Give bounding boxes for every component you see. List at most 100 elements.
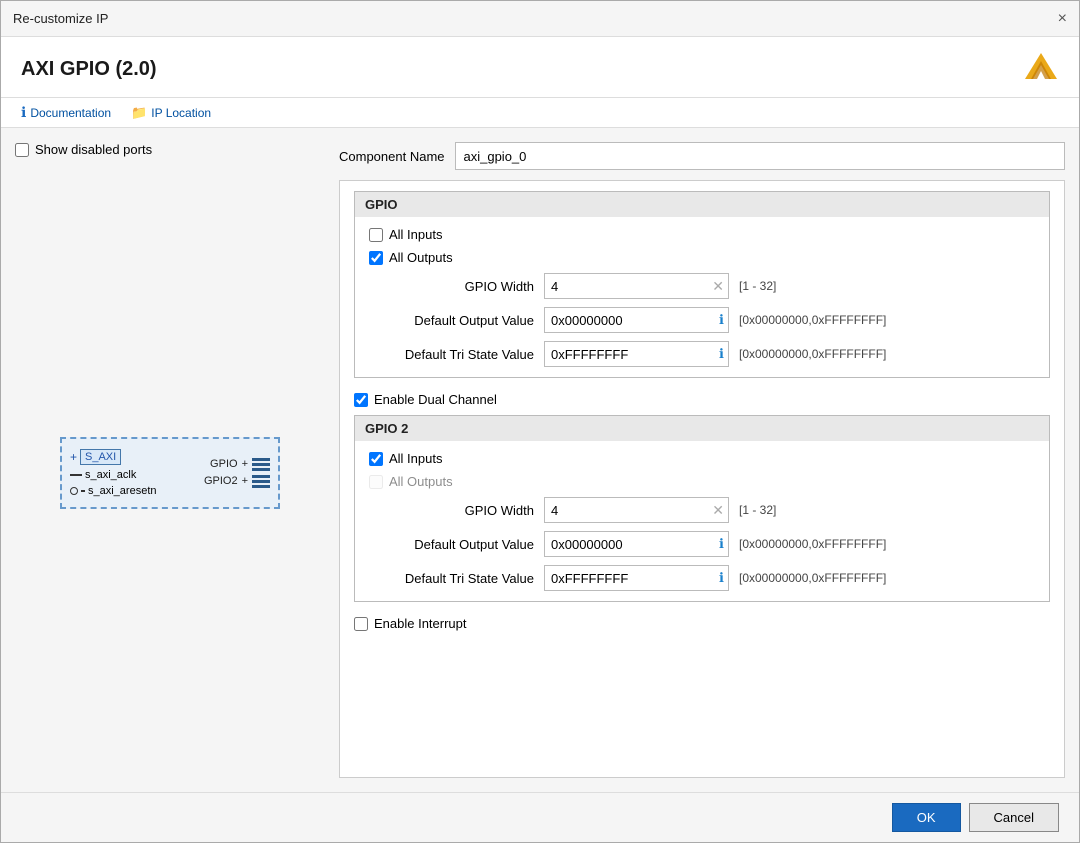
gpio2-port: GPIO2 + (204, 475, 270, 488)
gpio-width-clear-icon[interactable]: ✕ (712, 278, 724, 295)
gpio-section: GPIO All Inputs All Outputs GP (354, 191, 1050, 378)
gpio-port: GPIO + (210, 458, 270, 471)
gpio2-all-inputs-checkbox[interactable] (369, 452, 383, 466)
gpio2-default-tristate-label: Default Tri State Value (369, 571, 534, 586)
component-canvas: + S_AXI s_axi_aclk s_axi_aresetn (15, 167, 325, 778)
s-axi-aresetn-port: s_axi_aresetn (70, 485, 157, 497)
component-name-label: Component Name (339, 149, 445, 164)
gpio2-default-output-label: Default Output Value (369, 537, 534, 552)
gpio-width-value: 4 (551, 279, 712, 294)
default-tristate-input-wrapper[interactable]: 0xFFFFFFFF ℹ (544, 341, 729, 367)
sub-header: ℹ Documentation 📁 IP Location (1, 98, 1079, 128)
s-axi-label: S_AXI (80, 449, 121, 465)
gpio2-all-outputs-label: All Outputs (389, 474, 453, 489)
gpio-plus-icon: + (242, 458, 248, 470)
all-inputs-row: All Inputs (369, 227, 1035, 242)
default-output-range: [0x00000000,0xFFFFFFFF] (739, 313, 886, 327)
gpio-line-2 (252, 463, 270, 466)
default-tristate-label: Default Tri State Value (369, 347, 534, 362)
gpio2-default-output-info-icon[interactable]: ℹ (719, 536, 724, 552)
s-axi-aresetn-label: s_axi_aresetn (88, 485, 157, 497)
config-panel: GPIO All Inputs All Outputs GP (339, 180, 1065, 778)
gpio2-all-inputs-row: All Inputs (369, 451, 1035, 466)
gpio2-default-tristate-info-icon[interactable]: ℹ (719, 570, 724, 586)
gpio-width-range: [1 - 32] (739, 279, 776, 293)
enable-dual-row: Enable Dual Channel (354, 392, 1050, 407)
gpio2-default-output-value: 0x00000000 (551, 537, 719, 552)
gpio-section-body: All Inputs All Outputs GPIO Width 4 ✕ (355, 217, 1049, 377)
rst-circle-icon (70, 487, 78, 495)
enable-interrupt-label[interactable]: Enable Interrupt (374, 616, 467, 631)
show-disabled-label[interactable]: Show disabled ports (35, 142, 152, 157)
component-right-ports: GPIO + GPIO2 + (204, 458, 270, 488)
default-output-input-wrapper[interactable]: 0x00000000 ℹ (544, 307, 729, 333)
default-tristate-row: Default Tri State Value 0xFFFFFFFF ℹ [0x… (369, 341, 1035, 367)
close-button[interactable]: × (1058, 11, 1067, 27)
dialog: Re-customize IP × AXI GPIO (2.0) ℹ Docum… (0, 0, 1080, 843)
gpio2-all-outputs-checkbox[interactable] (369, 475, 383, 489)
gpio2-default-tristate-value: 0xFFFFFFFF (551, 571, 719, 586)
gpio2-default-output-wrapper[interactable]: 0x00000000 ℹ (544, 531, 729, 557)
gpio2-line-1 (252, 475, 270, 478)
s-axi-aclk-port: s_axi_aclk (70, 469, 157, 481)
dialog-title: Re-customize IP (13, 11, 108, 26)
all-inputs-label[interactable]: All Inputs (389, 227, 442, 242)
gpio2-all-inputs-label[interactable]: All Inputs (389, 451, 442, 466)
gpio-line-1 (252, 458, 270, 461)
gpio2-line-3 (252, 485, 270, 488)
gpio-width-input-wrapper[interactable]: 4 ✕ (544, 273, 729, 299)
default-output-row: Default Output Value 0x00000000 ℹ [0x000… (369, 307, 1035, 333)
left-panel: Show disabled ports + S_AXI s_axi_aclk (15, 142, 325, 778)
gpio-port-lines (252, 458, 270, 471)
gpio2-line-2 (252, 480, 270, 483)
component-diagram: + S_AXI s_axi_aclk s_axi_aresetn (60, 437, 280, 509)
ip-location-link[interactable]: 📁 IP Location (131, 105, 211, 121)
default-output-value: 0x00000000 (551, 313, 719, 328)
gpio-width-label: GPIO Width (369, 279, 534, 294)
cancel-button[interactable]: Cancel (969, 803, 1059, 832)
show-disabled-checkbox[interactable] (15, 143, 29, 157)
gpio2-width-input-wrapper[interactable]: 4 ✕ (544, 497, 729, 523)
enable-interrupt-row: Enable Interrupt (354, 616, 1050, 631)
gpio2-port-label: GPIO2 (204, 475, 238, 487)
component-name-input[interactable] (455, 142, 1066, 170)
main-content: Show disabled ports + S_AXI s_axi_aclk (1, 128, 1079, 792)
enable-dual-checkbox[interactable] (354, 393, 368, 407)
gpio2-width-clear-icon[interactable]: ✕ (712, 502, 724, 519)
all-inputs-checkbox[interactable] (369, 228, 383, 242)
ip-link-label: IP Location (151, 106, 211, 120)
gpio2-default-tristate-row: Default Tri State Value 0xFFFFFFFF ℹ [0x… (369, 565, 1035, 591)
gpio2-width-range: [1 - 32] (739, 503, 776, 517)
gpio2-port-lines (252, 475, 270, 488)
all-outputs-row: All Outputs (369, 250, 1035, 265)
all-outputs-label[interactable]: All Outputs (389, 250, 453, 265)
gpio2-default-tristate-wrapper[interactable]: 0xFFFFFFFF ℹ (544, 565, 729, 591)
footer: OK Cancel (1, 792, 1079, 842)
ok-button[interactable]: OK (892, 803, 961, 832)
all-outputs-checkbox[interactable] (369, 251, 383, 265)
folder-icon: 📁 (131, 105, 147, 121)
gpio2-all-outputs-row: All Outputs (369, 474, 1035, 489)
documentation-link[interactable]: ℹ Documentation (21, 104, 111, 121)
gpio-section-header: GPIO (355, 192, 1049, 217)
gpio-width-row: GPIO Width 4 ✕ [1 - 32] (369, 273, 1035, 299)
gpio2-section-header: GPIO 2 (355, 416, 1049, 441)
default-tristate-range: [0x00000000,0xFFFFFFFF] (739, 347, 886, 361)
gpio2-width-value: 4 (551, 503, 712, 518)
gpio2-section: GPIO 2 All Inputs All Outputs (354, 415, 1050, 602)
enable-dual-label[interactable]: Enable Dual Channel (374, 392, 497, 407)
gpio2-default-tristate-range: [0x00000000,0xFFFFFFFF] (739, 571, 886, 585)
gpio-line-3 (252, 468, 270, 471)
header: AXI GPIO (2.0) (1, 37, 1079, 98)
component-left-ports: + S_AXI s_axi_aclk s_axi_aresetn (70, 449, 157, 497)
default-output-label: Default Output Value (369, 313, 534, 328)
xilinx-logo (1023, 51, 1059, 87)
gpio2-width-row: GPIO Width 4 ✕ [1 - 32] (369, 497, 1035, 523)
default-tristate-value: 0xFFFFFFFF (551, 347, 719, 362)
default-tristate-info-icon[interactable]: ℹ (719, 346, 724, 362)
default-output-info-icon[interactable]: ℹ (719, 312, 724, 328)
config-scroll[interactable]: GPIO All Inputs All Outputs GP (340, 181, 1064, 777)
ip-title: AXI GPIO (2.0) (21, 58, 157, 81)
enable-interrupt-checkbox[interactable] (354, 617, 368, 631)
gpio2-plus-icon: + (242, 475, 248, 487)
